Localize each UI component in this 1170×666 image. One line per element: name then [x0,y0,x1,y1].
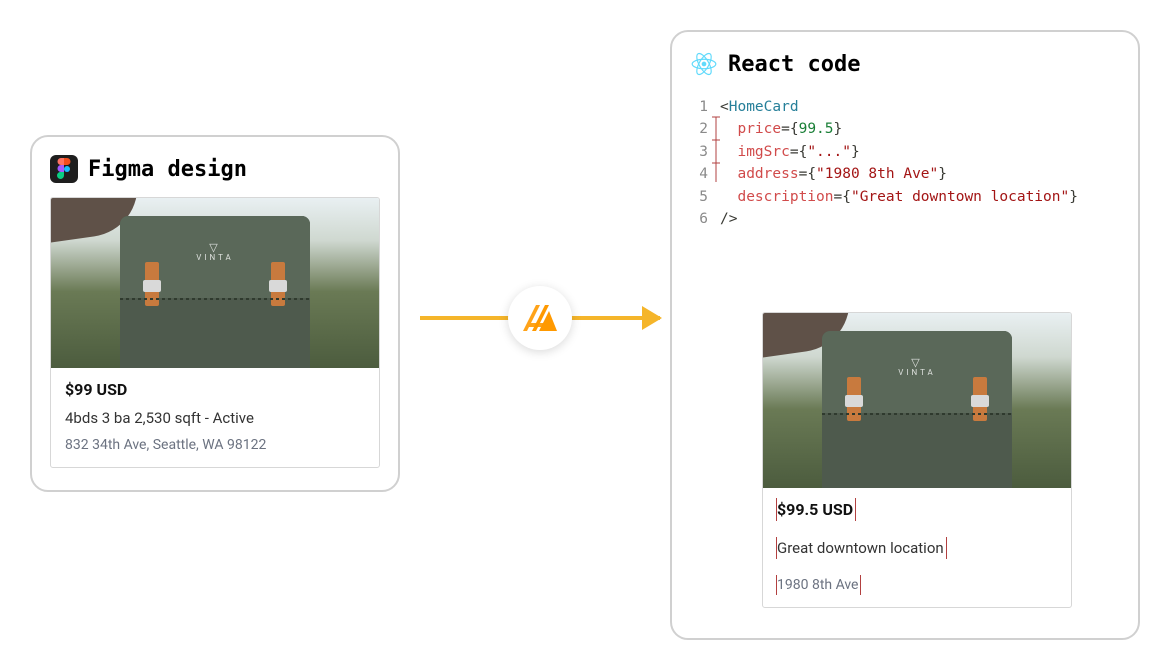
figma-card-price: $99 USD [65,380,365,399]
prop-imgsrc-value: "..." [807,144,851,160]
prop-description: description [737,189,833,205]
code-line-1: 1 <HomeCard [690,96,1128,118]
code-block: 1 <HomeCard 2 price={99.5} 3 imgSrc={"..… [690,92,1128,231]
jsx-close: /> [720,211,737,227]
jsx-component-name: HomeCard [729,99,799,115]
product-brand: ▽VINTA [196,242,234,262]
react-panel: React code 1 <HomeCard 2 price={99.5} 3 … [670,30,1140,640]
rendered-preview: ▽VINTA $99.5 USD Great downtown location… [762,312,1072,608]
figma-icon [50,155,78,183]
code-line-3: 3 imgSrc={"..."} [690,141,1128,163]
figma-panel: Figma design ▽VINTA $99 USD 4bds 3 ba 2,… [30,135,400,492]
figma-card-description: 4bds 3 ba 2,530 sqft - Active [65,409,365,427]
prop-address: address [737,166,798,182]
code-line-4: 4 address={"1980 8th Ave"} [690,163,1128,185]
prop-price-value: 99.5 [799,121,834,137]
figma-panel-title: Figma design [88,157,247,182]
react-panel-header: React code [690,50,1128,78]
arrow-head-icon [642,306,662,330]
rendered-card-body: $99.5 USD Great downtown location 1980 8… [763,488,1071,607]
code-line-6: 6 /> [690,208,1128,230]
transform-arrow [420,298,660,338]
react-panel-title: React code [728,52,860,77]
react-icon [690,50,718,78]
figma-card-body: $99 USD 4bds 3 ba 2,530 sqft - Active 83… [51,368,379,467]
prop-price: price [737,121,781,137]
rendered-description: Great downtown location [777,539,944,557]
rendered-card-image: ▽VINTA [763,313,1071,488]
code-line-5: 5 description={"Great downtown location"… [690,186,1128,208]
rendered-card: ▽VINTA $99.5 USD Great downtown location… [762,312,1072,608]
figma-panel-header: Figma design [50,155,380,183]
prop-address-value: "1980 8th Ave" [816,166,938,182]
rendered-address: 1980 8th Ave [777,577,858,593]
code-line-2: 2 price={99.5} [690,118,1128,140]
rendered-price: $99.5 USD [777,500,853,519]
figma-card-address: 832 34th Ave, Seattle, WA 98122 [65,437,365,453]
amplify-icon [508,286,572,350]
prop-description-value: "Great downtown location" [851,189,1069,205]
prop-imgsrc: imgSrc [737,144,789,160]
product-brand: ▽VINTA [898,357,936,377]
figma-card: ▽VINTA $99 USD 4bds 3 ba 2,530 sqft - Ac… [50,197,380,468]
figma-card-image: ▽VINTA [51,198,379,368]
